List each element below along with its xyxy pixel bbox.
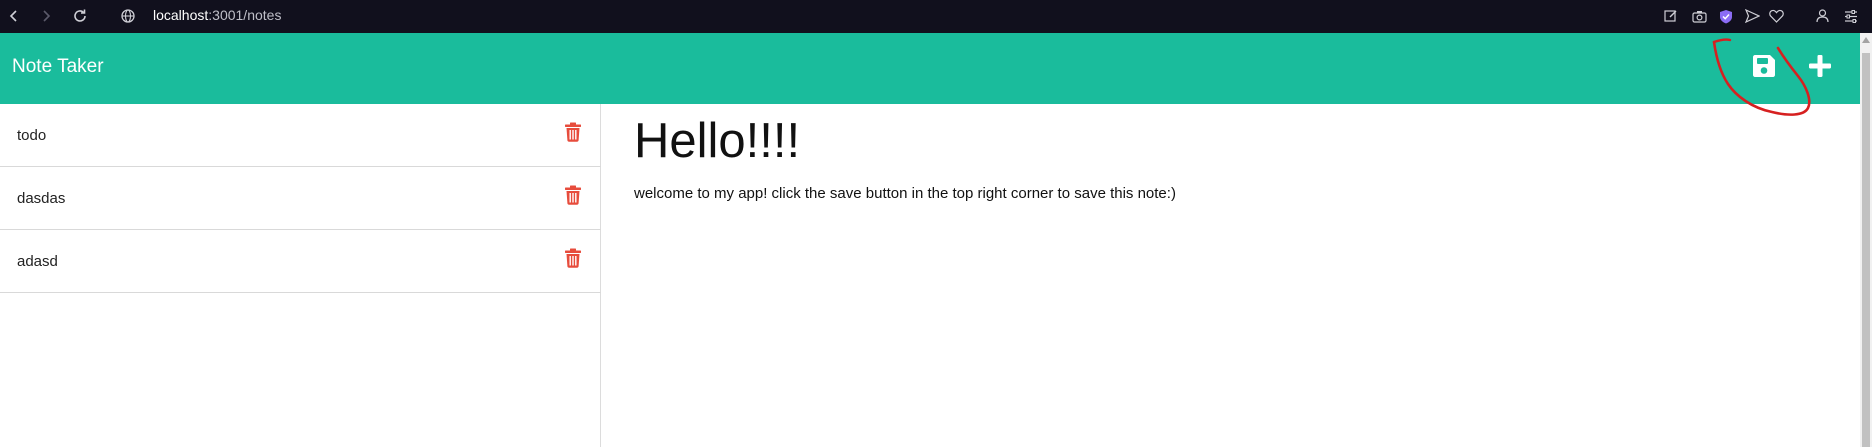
back-icon[interactable] xyxy=(4,6,24,26)
camera-icon[interactable] xyxy=(1689,6,1709,26)
profile-icon[interactable] xyxy=(1812,6,1832,26)
address-bar[interactable]: localhost:3001/notes xyxy=(153,7,281,23)
note-title[interactable]: adasd xyxy=(17,253,58,270)
app-title[interactable]: Note Taker xyxy=(12,56,104,78)
send-icon[interactable] xyxy=(1742,6,1762,26)
new-note-button[interactable] xyxy=(1807,53,1835,81)
app-header: Note Taker xyxy=(0,33,1860,104)
plus-icon xyxy=(1809,55,1831,77)
reload-icon[interactable] xyxy=(70,6,90,26)
edit-icon[interactable] xyxy=(1661,6,1681,26)
settings-sliders-icon[interactable] xyxy=(1841,6,1861,26)
note-editor: Hello!!!! welcome to my app! click the s… xyxy=(602,104,1860,447)
scrollbar-thumb[interactable] xyxy=(1862,53,1870,447)
url-path: :3001/notes xyxy=(208,7,282,23)
save-note-button[interactable] xyxy=(1751,53,1779,81)
heart-icon[interactable] xyxy=(1766,6,1786,26)
note-title-input[interactable]: Hello!!!! xyxy=(634,113,800,169)
trash-icon[interactable] xyxy=(564,248,582,268)
url-host: localhost xyxy=(153,7,209,23)
note-title[interactable]: todo xyxy=(17,127,46,144)
note-text-area[interactable]: welcome to my app! click the save button… xyxy=(634,185,1176,202)
trash-icon[interactable] xyxy=(564,185,582,205)
list-item[interactable]: todo xyxy=(0,104,601,167)
note-list: todo dasdas adasd xyxy=(0,104,601,447)
forward-icon[interactable] xyxy=(36,6,56,26)
scrollbar[interactable] xyxy=(1860,33,1872,447)
note-title[interactable]: dasdas xyxy=(17,190,65,207)
browser-toolbar: localhost:3001/notes xyxy=(0,0,1872,33)
scroll-up-arrow-icon[interactable] xyxy=(1862,37,1870,43)
list-item[interactable]: dasdas xyxy=(0,167,601,230)
floppy-disk-icon xyxy=(1753,55,1775,77)
trash-icon[interactable] xyxy=(564,122,582,142)
shield-check-icon[interactable] xyxy=(1716,6,1736,26)
list-item[interactable]: adasd xyxy=(0,230,601,293)
globe-icon xyxy=(118,6,138,26)
